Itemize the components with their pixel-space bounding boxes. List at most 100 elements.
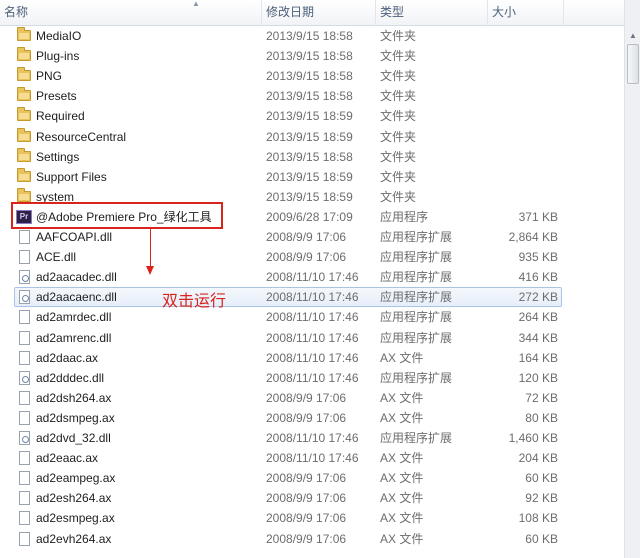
file-date-modified: 2008/9/9 17:06: [266, 250, 347, 264]
file-row[interactable]: ResourceCentral 2013/9/15 18:59 文件夹: [0, 127, 624, 147]
file-size: 120 KB: [518, 371, 558, 385]
scroll-up-arrow-icon[interactable]: ▲: [625, 28, 640, 44]
vertical-scrollbar[interactable]: ▲: [624, 0, 640, 558]
file-size: 164 KB: [518, 351, 558, 365]
file-row[interactable]: MediaIO 2013/9/15 18:58 文件夹: [0, 26, 624, 46]
file-size: 1,460 KB: [508, 431, 558, 445]
file-type: 应用程序扩展: [380, 331, 453, 345]
dll-icon: [19, 371, 30, 385]
file-type: 文件夹: [380, 109, 417, 123]
file-size: 92 KB: [525, 491, 558, 505]
file-size: 2,864 KB: [508, 230, 558, 244]
file-row[interactable]: Settings 2013/9/15 18:58 文件夹: [0, 147, 624, 167]
file-date-modified: 2008/11/10 17:46: [266, 310, 359, 324]
file-name: ad2evh264.ax: [36, 532, 112, 546]
file-row[interactable]: ad2daac.ax 2008/11/10 17:46 AX 文件 164 KB: [0, 348, 624, 368]
file-row[interactable]: ad2eaac.ax 2008/11/10 17:46 AX 文件 204 KB: [0, 448, 624, 468]
file-date-modified: 2013/9/15 18:59: [266, 130, 353, 144]
file-size: [470, 187, 558, 207]
file-name: ad2eaac.ax: [36, 451, 99, 465]
file-row[interactable]: ad2aacadec.dll 2008/11/10 17:46 应用程序扩展 416 …: [0, 267, 624, 287]
file-size: 264 KB: [518, 310, 558, 324]
file-date-modified: 2008/9/9 17:06: [266, 532, 347, 546]
file-type: 文件夹: [380, 49, 417, 63]
file-row[interactable]: PNG 2013/9/15 18:58 文件夹: [0, 66, 624, 86]
scrollbar-thumb[interactable]: [627, 44, 639, 84]
column-size[interactable]: 大小: [488, 0, 564, 26]
file-date-modified: 2008/11/10 17:46: [266, 270, 359, 284]
file-size: 371 KB: [518, 210, 558, 224]
file-size: [470, 167, 558, 187]
file-name: MediaIO: [36, 29, 82, 43]
file-type: 文件夹: [380, 170, 417, 184]
file-row[interactable]: ad2aacaenc.dll 2008/11/10 17:46 应用程序扩展 272 …: [0, 287, 624, 307]
file-row[interactable]: ACE.dll 2008/9/9 17:06 应用程序扩展 935 KB: [0, 247, 624, 267]
file-type: AX 文件: [380, 471, 424, 485]
file-date-modified: 2008/11/10 17:46: [266, 290, 359, 304]
column-date-modified[interactable]: 修改日期: [262, 0, 376, 26]
file-type: 应用程序扩展: [380, 431, 453, 445]
file-row[interactable]: AAFCOAPI.dll 2008/9/9 17:06 应用程序扩展 2,864 KB: [0, 227, 624, 247]
file-date-modified: 2013/9/15 18:59: [266, 190, 353, 204]
file-row[interactable]: ad2esh264.ax 2008/9/9 17:06 AX 文件 92 KB: [0, 488, 624, 508]
file-row[interactable]: ad2dsh264.ax 2008/9/9 17:06 AX 文件 72 KB: [0, 388, 624, 408]
file-icon: [19, 411, 30, 425]
file-name: ad2eampeg.ax: [36, 471, 116, 485]
column-name[interactable]: 名称: [0, 0, 262, 26]
file-explorer: 名称 ▲ 修改日期 类型 大小 MediaIO 2013/9/15 18:58 文件…: [0, 0, 640, 558]
file-date-modified: 2008/9/9 17:06: [266, 511, 347, 525]
file-row[interactable]: ad2amrdec.dll 2008/11/10 17:46 应用程序扩展 264 K…: [0, 307, 624, 327]
file-size: [470, 106, 558, 126]
file-row[interactable]: Plug-ins 2013/9/15 18:58 文件夹: [0, 46, 624, 66]
file-icon: [19, 351, 30, 365]
file-size: 72 KB: [525, 391, 558, 405]
file-date-modified: 2008/11/10 17:46: [266, 451, 359, 465]
file-type: 应用程序扩展: [380, 310, 453, 324]
file-icon: [19, 451, 30, 465]
file-row[interactable]: Presets 2013/9/15 18:58 文件夹: [0, 86, 624, 106]
file-icon: [19, 331, 30, 345]
file-row[interactable]: ad2evh264.ax 2008/9/9 17:06 AX 文件 60 KB: [0, 529, 624, 549]
file-row[interactable]: ad2dvd_32.dll 2008/11/10 17:46 应用程序扩展 1,460…: [0, 428, 624, 448]
file-type: 文件夹: [380, 69, 417, 83]
file-row[interactable]: ad2dddec.dll 2008/11/10 17:46 应用程序扩展 120 KB: [0, 368, 624, 388]
file-icon: [19, 250, 30, 264]
file-icon: [19, 391, 30, 405]
file-row[interactable]: Required 2013/9/15 18:59 文件夹: [0, 106, 624, 126]
file-date-modified: 2013/9/15 18:58: [266, 89, 353, 103]
file-row[interactable]: ad2esmpeg.ax 2008/9/9 17:06 AX 文件 108 KB: [0, 508, 624, 528]
file-name: Settings: [36, 150, 80, 164]
file-name: ad2amrdec.dll: [36, 310, 112, 324]
file-name: Plug-ins: [36, 49, 80, 63]
file-type: AX 文件: [380, 411, 424, 425]
file-row[interactable]: Support Files 2013/9/15 18:59 文件夹: [0, 167, 624, 187]
folder-icon: [17, 128, 31, 142]
file-type: AX 文件: [380, 511, 424, 525]
file-date-modified: 2013/9/15 18:58: [266, 69, 353, 83]
file-row[interactable]: ad2amrenc.dll 2008/11/10 17:46 应用程序扩展 344 K…: [0, 328, 624, 348]
file-name: ad2daac.ax: [36, 351, 99, 365]
sort-up-icon: ▲: [192, 0, 200, 8]
file-row[interactable]: ad2dsmpeg.ax 2008/9/9 17:06 AX 文件 80 KB: [0, 408, 624, 428]
file-type: AX 文件: [380, 451, 424, 465]
file-size: [470, 127, 558, 147]
file-date-modified: 2008/11/10 17:46: [266, 331, 359, 345]
file-size: [470, 66, 558, 86]
file-date-modified: 2008/9/9 17:06: [266, 391, 347, 405]
file-name: Required: [36, 109, 85, 123]
file-size: [470, 147, 558, 167]
file-type: 应用程序扩展: [380, 230, 453, 244]
file-date-modified: 2008/11/10 17:46: [266, 431, 359, 445]
file-size: 108 KB: [518, 511, 558, 525]
file-size: 935 KB: [518, 250, 558, 264]
folder-icon: [17, 168, 31, 182]
file-name: ad2dsh264.ax: [36, 391, 112, 405]
file-name: ACE.dll: [36, 250, 77, 264]
file-row[interactable]: ad2eampeg.ax 2008/9/9 17:06 AX 文件 60 KB: [0, 468, 624, 488]
file-type: 文件夹: [380, 89, 417, 103]
file-date-modified: 2013/9/15 18:59: [266, 109, 353, 123]
file-type: AX 文件: [380, 532, 424, 546]
column-type[interactable]: 类型: [376, 0, 488, 26]
file-icon: [19, 511, 30, 525]
file-type: 文件夹: [380, 130, 417, 144]
